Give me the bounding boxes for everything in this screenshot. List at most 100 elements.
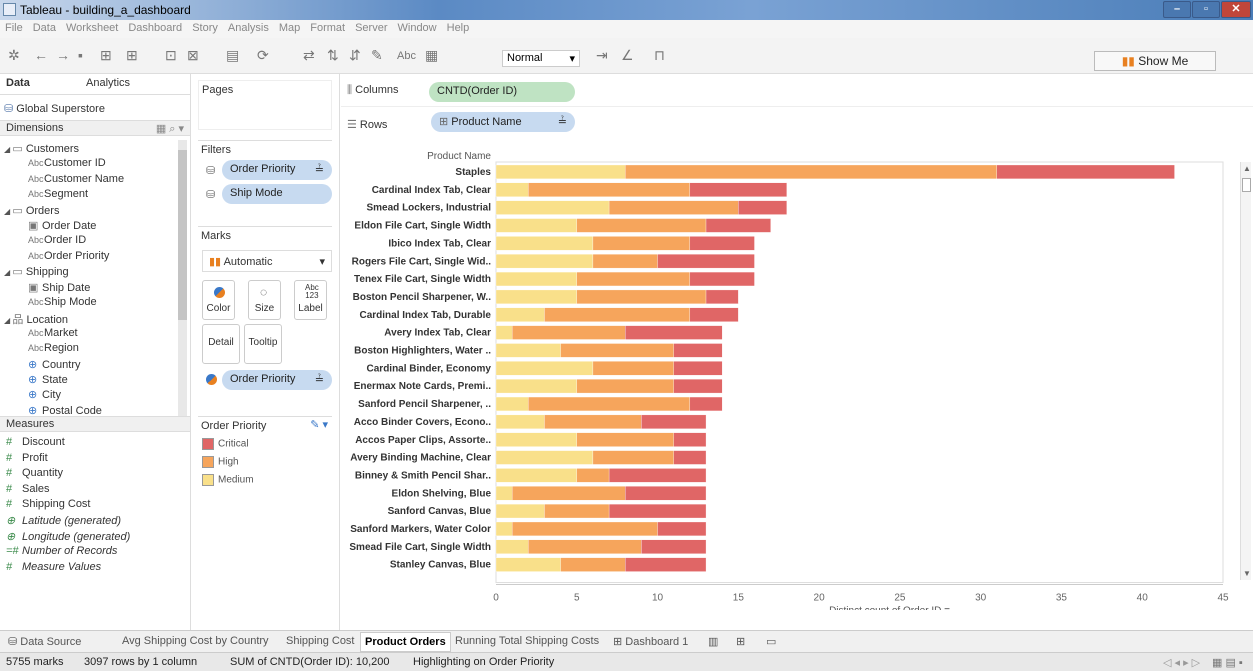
clear-sheet-icon[interactable]: ⊠ [187,47,199,64]
new-worksheet-tab-icon[interactable]: ▥ [704,634,722,649]
category-label[interactable]: Rogers File Cart, Single Wid.. [352,256,492,267]
bar-segment-high[interactable] [528,539,642,554]
bar-segment-critical[interactable] [689,307,739,322]
fix-axes-icon[interactable]: ⇥ [596,47,608,64]
bar-segment-high[interactable] [528,182,691,197]
bar-segment-medium[interactable] [495,218,577,233]
measure-item[interactable]: =# Number of Records [6,545,117,557]
bar-segment-medium[interactable] [495,343,561,358]
bar-segment-medium[interactable] [495,414,545,429]
bar-segment-critical[interactable] [625,325,723,340]
new-datasource-icon[interactable]: ⊞ [100,47,112,64]
bar-segment-critical[interactable] [641,414,707,429]
highlight-icon[interactable]: ✎ [371,47,383,64]
measure-item[interactable]: # Discount [6,436,65,448]
bar-segment-high[interactable] [625,164,997,180]
duplicate-sheet-icon[interactable]: ⊡ [165,47,177,64]
folder-customers[interactable]: ◢ ▭ Customers [4,142,79,155]
bar-segment-critical[interactable] [673,361,723,376]
bar-segment-high[interactable] [576,468,610,483]
sort-asc-icon[interactable]: ⇅ [327,47,339,64]
tooltip-button[interactable]: Tooltip [244,324,282,364]
category-label[interactable]: Eldon File Cart, Single Width [354,221,491,232]
bar-segment-high[interactable] [512,486,626,501]
legend-item-high[interactable]: High [202,456,239,468]
category-label[interactable]: Staples [455,167,491,178]
measure-item[interactable]: ⊕ Longitude (generated) [6,530,130,543]
scroll-down-icon[interactable]: ▼ [1243,569,1251,578]
field-item[interactable]: AbcOrder ID [28,234,86,246]
sheet-tab-shipping-cost[interactable]: Shipping Cost [282,634,359,648]
bar-segment-critical[interactable] [673,379,723,394]
search-icon[interactable]: ▦ ⌕ ▾ [156,122,184,136]
tableau-logo-icon[interactable]: ✲ [8,47,20,64]
category-label[interactable]: Eldon Shelving, Blue [392,488,492,499]
menu-item-story[interactable]: Story [187,20,223,36]
category-label[interactable]: Smead Lockers, Industrial [367,203,492,214]
measure-item[interactable]: # Shipping Cost [6,498,91,510]
menu-item-map[interactable]: Map [274,20,305,36]
field-item[interactable]: ⊕ Country [28,358,81,371]
bar-segment-high[interactable] [576,218,707,233]
minimize-button[interactable]: – [1163,1,1191,18]
bar-segment-high[interactable] [576,289,707,304]
marks-pill-order-priority[interactable]: Order Priority ≟ [222,370,332,390]
category-label[interactable]: Ibico Index Tab, Clear [388,238,491,249]
scrollbar-thumb[interactable] [178,150,187,320]
bar-segment-medium[interactable] [495,539,529,554]
chart-scrollbar[interactable]: ▲ ▼ [1240,162,1251,580]
bar-segment-medium[interactable] [495,486,513,501]
bar-segment-medium[interactable] [495,325,513,340]
sheet-tab-product-orders[interactable]: Product Orders [360,632,451,652]
field-item[interactable]: AbcCustomer ID [28,157,106,169]
bar-segment-critical[interactable] [608,503,707,519]
fit-icon[interactable]: ▤ [226,47,239,64]
datasource-item[interactable]: ⛁ Global Superstore [4,102,105,115]
label-button[interactable]: Abc 123 Label [294,280,327,320]
bar-segment-high[interactable] [608,200,739,215]
columns-pill-cntd-order-id[interactable]: CNTD(Order ID) [429,82,575,102]
category-label[interactable]: Avery Binding Machine, Clear [350,453,491,464]
save-icon[interactable]: ▪ [78,47,83,63]
field-item[interactable]: AbcOrder Priority [28,250,109,262]
bar-segment-high[interactable] [592,361,674,376]
forward-arrow-icon[interactable]: → [56,47,70,63]
field-item[interactable]: ▣ Order Date [28,219,96,232]
tab-analytics[interactable]: Analytics [80,74,180,94]
sheet-tab-avg-shipping-cost-by-country[interactable]: Avg Shipping Cost by Country [118,634,273,648]
bar-segment-critical[interactable] [625,486,707,501]
bar-segment-critical[interactable] [641,539,707,554]
bar-segment-medium[interactable] [495,432,577,447]
category-label[interactable]: Avery Index Tab, Clear [384,328,491,339]
bar-segment-critical[interactable] [689,271,755,287]
sheet-nav-icons[interactable]: ◁ ◂ ▸ ▷ [1163,656,1200,669]
measure-item[interactable]: ⊕ Latitude (generated) [6,514,121,527]
bar-segment-medium[interactable] [495,164,626,180]
scroll-up-icon[interactable]: ▲ [1243,164,1251,173]
bar-segment-medium[interactable] [495,396,529,412]
category-label[interactable]: Binney & Smith Pencil Shar.. [355,470,491,481]
menu-item-analysis[interactable]: Analysis [223,20,274,36]
menu-item-help[interactable]: Help [442,20,475,36]
menu-item-dashboard[interactable]: Dashboard [123,20,187,36]
show-me-button[interactable]: ▮▮ Show Me [1094,51,1216,71]
category-label[interactable]: Sanford Canvas, Blue [388,506,492,517]
detail-button[interactable]: Detail [202,324,240,364]
bar-segment-critical[interactable] [705,289,739,304]
field-item[interactable]: AbcShip Mode [28,296,97,308]
category-label[interactable]: Smead File Cart, Single Width [349,542,491,553]
bar-segment-critical[interactable] [996,164,1175,180]
back-arrow-icon[interactable]: ← [34,47,48,63]
folder-location[interactable]: ◢ 品 Location [4,311,68,327]
category-label[interactable]: Accos Paper Clips, Assorte.. [355,435,491,446]
menu-item-window[interactable]: Window [393,20,442,36]
bar-segment-high[interactable] [576,271,691,287]
mark-size-select[interactable]: Normal ▾ [502,50,580,67]
bar-segment-high[interactable] [528,396,691,412]
field-item[interactable]: ⊕ City [28,388,61,401]
bar-segment-critical[interactable] [738,200,787,215]
x-axis-title[interactable]: Distinct count of Order ID ≡ [829,606,950,617]
bar-segment-high[interactable] [560,343,674,358]
sort-desc-icon[interactable]: ⇵ [349,47,361,64]
swap-icon[interactable]: ⇄ [303,47,315,64]
